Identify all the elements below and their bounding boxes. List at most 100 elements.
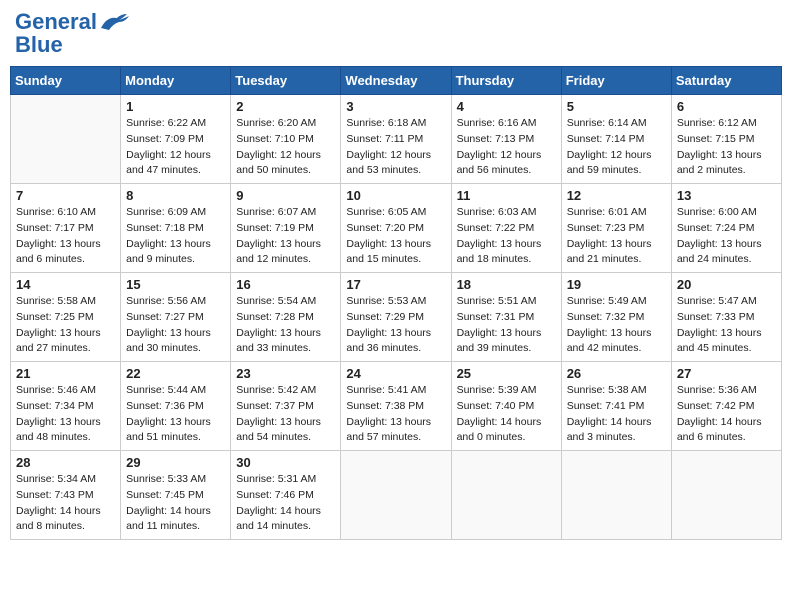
calendar-cell: 12 Sunrise: 6:01 AMSunset: 7:23 PMDayligh… xyxy=(561,184,671,273)
day-number: 9 xyxy=(236,188,335,203)
calendar-cell: 6Sunrise: 6:12 AMSunset: 7:15 PMDaylight… xyxy=(671,95,781,184)
weekday-thursday: Thursday xyxy=(451,67,561,95)
day-number: 27 xyxy=(677,366,776,381)
calendar-cell: 4Sunrise: 6:16 AMSunset: 7:13 PMDaylight… xyxy=(451,95,561,184)
calendar-cell: 11Sunrise: 6:03 AMSunset: 7:22 PMDayligh… xyxy=(451,184,561,273)
day-number: 14 xyxy=(16,277,115,292)
calendar-cell: 16 Sunrise: 5:54 AMSunset: 7:28 PMDayligh… xyxy=(231,273,341,362)
day-info: Sunrise: 6:09 AMSunset: 7:18 PMDaylight:… xyxy=(126,205,225,268)
week-row-4: 28 Sunrise: 5:34 AMSunset: 7:43 PMDayligh… xyxy=(11,451,782,540)
day-info: Sunrise: 5:38 AMSunset: 7:41 PMDaylight:… xyxy=(567,383,666,446)
day-info: Sunrise: 6:10 AMSunset: 7:17 PMDaylight:… xyxy=(16,205,115,268)
weekday-saturday: Saturday xyxy=(671,67,781,95)
calendar-cell: 22 Sunrise: 5:44 AMSunset: 7:36 PMDayligh… xyxy=(121,362,231,451)
calendar-cell: 15Sunrise: 5:56 AMSunset: 7:27 PMDayligh… xyxy=(121,273,231,362)
calendar-cell: 29Sunrise: 5:33 AMSunset: 7:45 PMDayligh… xyxy=(121,451,231,540)
day-number: 24 xyxy=(346,366,445,381)
weekday-tuesday: Tuesday xyxy=(231,67,341,95)
calendar-cell xyxy=(451,451,561,540)
calendar-cell: 2 Sunrise: 6:20 AMSunset: 7:10 PMDaylight… xyxy=(231,95,341,184)
week-row-2: 14 Sunrise: 5:58 AMSunset: 7:25 PMDayligh… xyxy=(11,273,782,362)
day-info: Sunrise: 5:39 AMSunset: 7:40 PMDaylight:… xyxy=(457,383,556,446)
day-info: Sunrise: 6:22 AMSunset: 7:09 PMDaylight:… xyxy=(126,116,225,179)
weekday-monday: Monday xyxy=(121,67,231,95)
day-info: Sunrise: 5:51 AMSunset: 7:31 PMDaylight:… xyxy=(457,294,556,357)
day-number: 18 xyxy=(457,277,556,292)
calendar-cell: 27Sunrise: 5:36 AMSunset: 7:42 PMDayligh… xyxy=(671,362,781,451)
day-info: Sunrise: 6:12 AMSunset: 7:15 PMDaylight:… xyxy=(677,116,776,179)
day-info: Sunrise: 6:00 AMSunset: 7:24 PMDaylight:… xyxy=(677,205,776,268)
day-info: Sunrise: 6:01 AMSunset: 7:23 PMDaylight:… xyxy=(567,205,666,268)
day-number: 20 xyxy=(677,277,776,292)
day-number: 30 xyxy=(236,455,335,470)
day-info: Sunrise: 5:34 AMSunset: 7:43 PMDaylight:… xyxy=(16,472,115,535)
weekday-friday: Friday xyxy=(561,67,671,95)
calendar-cell xyxy=(561,451,671,540)
week-row-1: 7 Sunrise: 6:10 AMSunset: 7:17 PMDaylight… xyxy=(11,184,782,273)
day-number: 12 xyxy=(567,188,666,203)
day-info: Sunrise: 6:14 AMSunset: 7:14 PMDaylight:… xyxy=(567,116,666,179)
calendar-cell: 8Sunrise: 6:09 AMSunset: 7:18 PMDaylight… xyxy=(121,184,231,273)
calendar-cell: 3Sunrise: 6:18 AMSunset: 7:11 PMDaylight… xyxy=(341,95,451,184)
calendar-cell: 20Sunrise: 5:47 AMSunset: 7:33 PMDayligh… xyxy=(671,273,781,362)
logo-text: General xyxy=(15,11,97,33)
calendar-cell: 18 Sunrise: 5:51 AMSunset: 7:31 PMDayligh… xyxy=(451,273,561,362)
day-info: Sunrise: 5:31 AMSunset: 7:46 PMDaylight:… xyxy=(236,472,335,535)
day-number: 26 xyxy=(567,366,666,381)
calendar-cell: 19 Sunrise: 5:49 AMSunset: 7:32 PMDayligh… xyxy=(561,273,671,362)
day-info: Sunrise: 5:41 AMSunset: 7:38 PMDaylight:… xyxy=(346,383,445,446)
day-number: 7 xyxy=(16,188,115,203)
calendar-cell: 14 Sunrise: 5:58 AMSunset: 7:25 PMDayligh… xyxy=(11,273,121,362)
day-number: 10 xyxy=(346,188,445,203)
calendar-cell: 25 Sunrise: 5:39 AMSunset: 7:40 PMDayligh… xyxy=(451,362,561,451)
calendar-cell: 10 Sunrise: 6:05 AMSunset: 7:20 PMDayligh… xyxy=(341,184,451,273)
week-row-0: 1 Sunrise: 6:22 AMSunset: 7:09 PMDaylight… xyxy=(11,95,782,184)
calendar-cell: 23 Sunrise: 5:42 AMSunset: 7:37 PMDayligh… xyxy=(231,362,341,451)
calendar-cell xyxy=(671,451,781,540)
calendar-cell: 17Sunrise: 5:53 AMSunset: 7:29 PMDayligh… xyxy=(341,273,451,362)
day-number: 5 xyxy=(567,99,666,114)
calendar-table: SundayMondayTuesdayWednesdayThursdayFrid… xyxy=(10,66,782,540)
day-info: Sunrise: 5:33 AMSunset: 7:45 PMDaylight:… xyxy=(126,472,225,535)
day-number: 1 xyxy=(126,99,225,114)
calendar-cell: 5 Sunrise: 6:14 AMSunset: 7:14 PMDaylight… xyxy=(561,95,671,184)
calendar-cell: 1 Sunrise: 6:22 AMSunset: 7:09 PMDaylight… xyxy=(121,95,231,184)
day-number: 25 xyxy=(457,366,556,381)
day-number: 28 xyxy=(16,455,115,470)
logo-text-blue: Blue xyxy=(15,34,129,56)
day-number: 2 xyxy=(236,99,335,114)
day-info: Sunrise: 5:42 AMSunset: 7:37 PMDaylight:… xyxy=(236,383,335,446)
week-row-3: 21Sunrise: 5:46 AMSunset: 7:34 PMDayligh… xyxy=(11,362,782,451)
calendar-cell: 30 Sunrise: 5:31 AMSunset: 7:46 PMDayligh… xyxy=(231,451,341,540)
calendar-cell: 26 Sunrise: 5:38 AMSunset: 7:41 PMDayligh… xyxy=(561,362,671,451)
calendar-cell xyxy=(11,95,121,184)
weekday-header-row: SundayMondayTuesdayWednesdayThursdayFrid… xyxy=(11,67,782,95)
day-info: Sunrise: 5:49 AMSunset: 7:32 PMDaylight:… xyxy=(567,294,666,357)
calendar-cell: 28 Sunrise: 5:34 AMSunset: 7:43 PMDayligh… xyxy=(11,451,121,540)
logo-icon xyxy=(99,10,129,34)
day-number: 22 xyxy=(126,366,225,381)
day-number: 17 xyxy=(346,277,445,292)
day-info: Sunrise: 6:20 AMSunset: 7:10 PMDaylight:… xyxy=(236,116,335,179)
weekday-wednesday: Wednesday xyxy=(341,67,451,95)
day-info: Sunrise: 5:44 AMSunset: 7:36 PMDaylight:… xyxy=(126,383,225,446)
calendar-cell: 24 Sunrise: 5:41 AMSunset: 7:38 PMDayligh… xyxy=(341,362,451,451)
day-number: 19 xyxy=(567,277,666,292)
day-number: 23 xyxy=(236,366,335,381)
day-info: Sunrise: 5:54 AMSunset: 7:28 PMDaylight:… xyxy=(236,294,335,357)
page-header: General Blue xyxy=(10,10,782,56)
day-info: Sunrise: 6:05 AMSunset: 7:20 PMDaylight:… xyxy=(346,205,445,268)
day-info: Sunrise: 6:07 AMSunset: 7:19 PMDaylight:… xyxy=(236,205,335,268)
day-number: 15 xyxy=(126,277,225,292)
calendar-cell: 21Sunrise: 5:46 AMSunset: 7:34 PMDayligh… xyxy=(11,362,121,451)
day-number: 3 xyxy=(346,99,445,114)
day-info: Sunrise: 5:58 AMSunset: 7:25 PMDaylight:… xyxy=(16,294,115,357)
day-number: 4 xyxy=(457,99,556,114)
day-info: Sunrise: 6:03 AMSunset: 7:22 PMDaylight:… xyxy=(457,205,556,268)
day-number: 21 xyxy=(16,366,115,381)
weekday-sunday: Sunday xyxy=(11,67,121,95)
day-number: 13 xyxy=(677,188,776,203)
calendar-cell: 13 Sunrise: 6:00 AMSunset: 7:24 PMDayligh… xyxy=(671,184,781,273)
day-number: 16 xyxy=(236,277,335,292)
calendar-cell xyxy=(341,451,451,540)
